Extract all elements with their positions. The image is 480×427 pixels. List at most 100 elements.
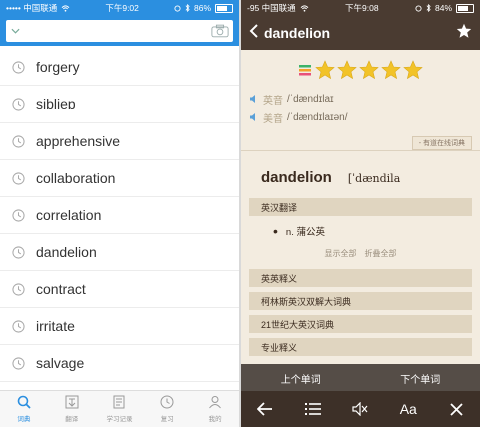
prev-word-button[interactable]: 上个单词 bbox=[241, 364, 361, 392]
youdao-source-tag[interactable]: - 有道在线词典 bbox=[241, 136, 472, 150]
search-icon bbox=[17, 395, 31, 413]
expand-controls: 显示全部 折叠全部 bbox=[241, 248, 480, 259]
tab-bar: 词典 翻译 学习记录 复习 我的 bbox=[0, 390, 239, 427]
tab-clock[interactable]: 复习 bbox=[143, 391, 191, 427]
history-word: siblieɒ bbox=[36, 96, 76, 112]
history-item[interactable]: dandelion bbox=[0, 234, 239, 271]
star-icon bbox=[337, 60, 357, 80]
headword: dandelion bbox=[261, 169, 332, 186]
mute-speaker-icon[interactable] bbox=[337, 391, 385, 427]
pronunciation-row[interactable]: 英音/ˈdændɪlaɪ bbox=[249, 90, 472, 108]
history-panel: ••••• 中国联通 下午9:02 86% forgery siblieɒ appr… bbox=[0, 0, 239, 427]
camera-icon[interactable] bbox=[207, 20, 233, 42]
wifi-icon bbox=[61, 4, 70, 12]
status-bar: -95 中国联通 下午9:08 84% bbox=[241, 0, 480, 16]
history-word: forgery bbox=[36, 59, 80, 75]
battery-icon bbox=[215, 3, 233, 13]
clock-icon bbox=[0, 171, 36, 185]
tab-label: 词典 bbox=[17, 416, 31, 423]
carrier-label: ••••• 中国联通 bbox=[6, 3, 58, 13]
definition-item: • n. 蒲公英 bbox=[241, 216, 480, 238]
lock-rotation-icon bbox=[415, 4, 422, 12]
clock-icon bbox=[0, 60, 36, 74]
clock-icon bbox=[0, 208, 36, 222]
definition-text: n. 蒲公英 bbox=[285, 227, 325, 238]
pronunciation-ipa: /ˈdændɪlaɪən/ bbox=[287, 111, 348, 123]
bluetooth-icon bbox=[185, 4, 190, 12]
tab-translate[interactable]: 翻译 bbox=[48, 391, 96, 427]
history-item[interactable]: siblieɒ bbox=[0, 86, 239, 123]
search-input[interactable] bbox=[24, 20, 207, 42]
section-en-en[interactable]: 英英释义 bbox=[249, 269, 472, 287]
section-collins[interactable]: 柯林斯英汉双解大词典 bbox=[249, 292, 472, 310]
battery-percent: 86% bbox=[193, 3, 211, 13]
back-arrow-icon[interactable] bbox=[241, 391, 289, 427]
clock-time: 下午9:08 bbox=[345, 3, 379, 13]
bluetooth-icon bbox=[426, 4, 431, 12]
word-navigation: 上个单词 下个单词 bbox=[241, 364, 480, 392]
section-en-cn[interactable]: 英汉翻译 bbox=[249, 198, 472, 216]
page-title: dandelion bbox=[264, 25, 331, 41]
star-rating bbox=[315, 60, 423, 80]
tab-search[interactable]: 词典 bbox=[0, 391, 48, 427]
tab-label: 我的 bbox=[208, 416, 222, 423]
history-word: correlation bbox=[36, 207, 102, 223]
list-icon[interactable] bbox=[289, 391, 337, 427]
history-item[interactable]: correlation bbox=[0, 197, 239, 234]
history-item[interactable]: forgery bbox=[0, 49, 239, 86]
tab-person[interactable]: 我的 bbox=[191, 391, 239, 427]
clock-icon bbox=[0, 134, 36, 148]
collapse-all-link[interactable]: 折叠全部 bbox=[365, 248, 397, 259]
clock-icon bbox=[0, 97, 36, 111]
speaker-icon[interactable] bbox=[249, 112, 259, 122]
battery-icon bbox=[456, 3, 474, 13]
history-item[interactable]: apprehensive bbox=[0, 123, 239, 160]
clock-icon bbox=[0, 356, 36, 370]
history-word: collaboration bbox=[36, 170, 116, 186]
frequency-bars-icon bbox=[299, 65, 311, 76]
word-detail-panel: -95 中国联通 下午9:08 84% dandelion 英音/ˈdændɪl… bbox=[241, 0, 480, 427]
tab-document[interactable]: 学习记录 bbox=[96, 391, 144, 427]
history-item[interactable]: collaboration bbox=[0, 160, 239, 197]
show-all-link[interactable]: 显示全部 bbox=[325, 248, 357, 259]
wifi-icon bbox=[300, 4, 309, 12]
close-icon[interactable] bbox=[432, 391, 480, 427]
history-list: forgery siblieɒ apprehensive collaboration c… bbox=[0, 49, 239, 382]
speaker-icon[interactable] bbox=[249, 94, 259, 104]
history-item[interactable]: salvage bbox=[0, 345, 239, 382]
pronunciation-row[interactable]: 美音/ˈdændɪlaɪən/ bbox=[249, 108, 472, 126]
history-word: irritate bbox=[36, 318, 75, 334]
star-icon bbox=[381, 60, 401, 80]
back-icon[interactable] bbox=[249, 23, 258, 43]
clock-icon bbox=[0, 245, 36, 259]
history-item[interactable]: contract bbox=[0, 271, 239, 308]
status-bar: ••••• 中国联通 下午9:02 86% bbox=[0, 0, 239, 16]
headword-phonetic: [ˈdændila bbox=[347, 172, 401, 185]
history-word: apprehensive bbox=[36, 133, 121, 149]
section-professional[interactable]: 专业释义 bbox=[249, 338, 472, 356]
clock-icon bbox=[0, 319, 36, 333]
document-icon bbox=[112, 395, 126, 413]
history-item[interactable]: irritate bbox=[0, 308, 239, 345]
next-word-button[interactable]: 下个单词 bbox=[361, 364, 480, 392]
tab-label: 学习记录 bbox=[106, 416, 133, 423]
clock-time: 下午9:02 bbox=[105, 3, 139, 13]
history-word: dandelion bbox=[36, 244, 97, 260]
star-icon bbox=[315, 60, 335, 80]
history-word: contract bbox=[36, 281, 86, 297]
tab-label: 复习 bbox=[160, 416, 174, 423]
pronunciation-label: 美音 bbox=[263, 113, 283, 125]
star-icon bbox=[359, 60, 379, 80]
favorite-star-icon[interactable] bbox=[456, 23, 472, 44]
dropdown-icon[interactable] bbox=[6, 28, 24, 34]
headword-row: dandelion [ˈdændila bbox=[241, 151, 480, 186]
person-icon bbox=[208, 395, 222, 413]
carrier-label: -95 中国联通 bbox=[247, 3, 296, 13]
font-size-button[interactable]: Aa bbox=[384, 391, 432, 427]
youdao-label: - 有道在线词典 bbox=[411, 136, 472, 150]
pronunciation-list: 英音/ˈdændɪlaɪ 美音/ˈdændɪlaɪən/ bbox=[241, 90, 480, 126]
search-bar bbox=[0, 16, 239, 46]
clock-icon bbox=[160, 395, 174, 413]
history-word: salvage bbox=[36, 355, 85, 371]
section-21century[interactable]: 21世纪大英汉词典 bbox=[249, 315, 472, 333]
